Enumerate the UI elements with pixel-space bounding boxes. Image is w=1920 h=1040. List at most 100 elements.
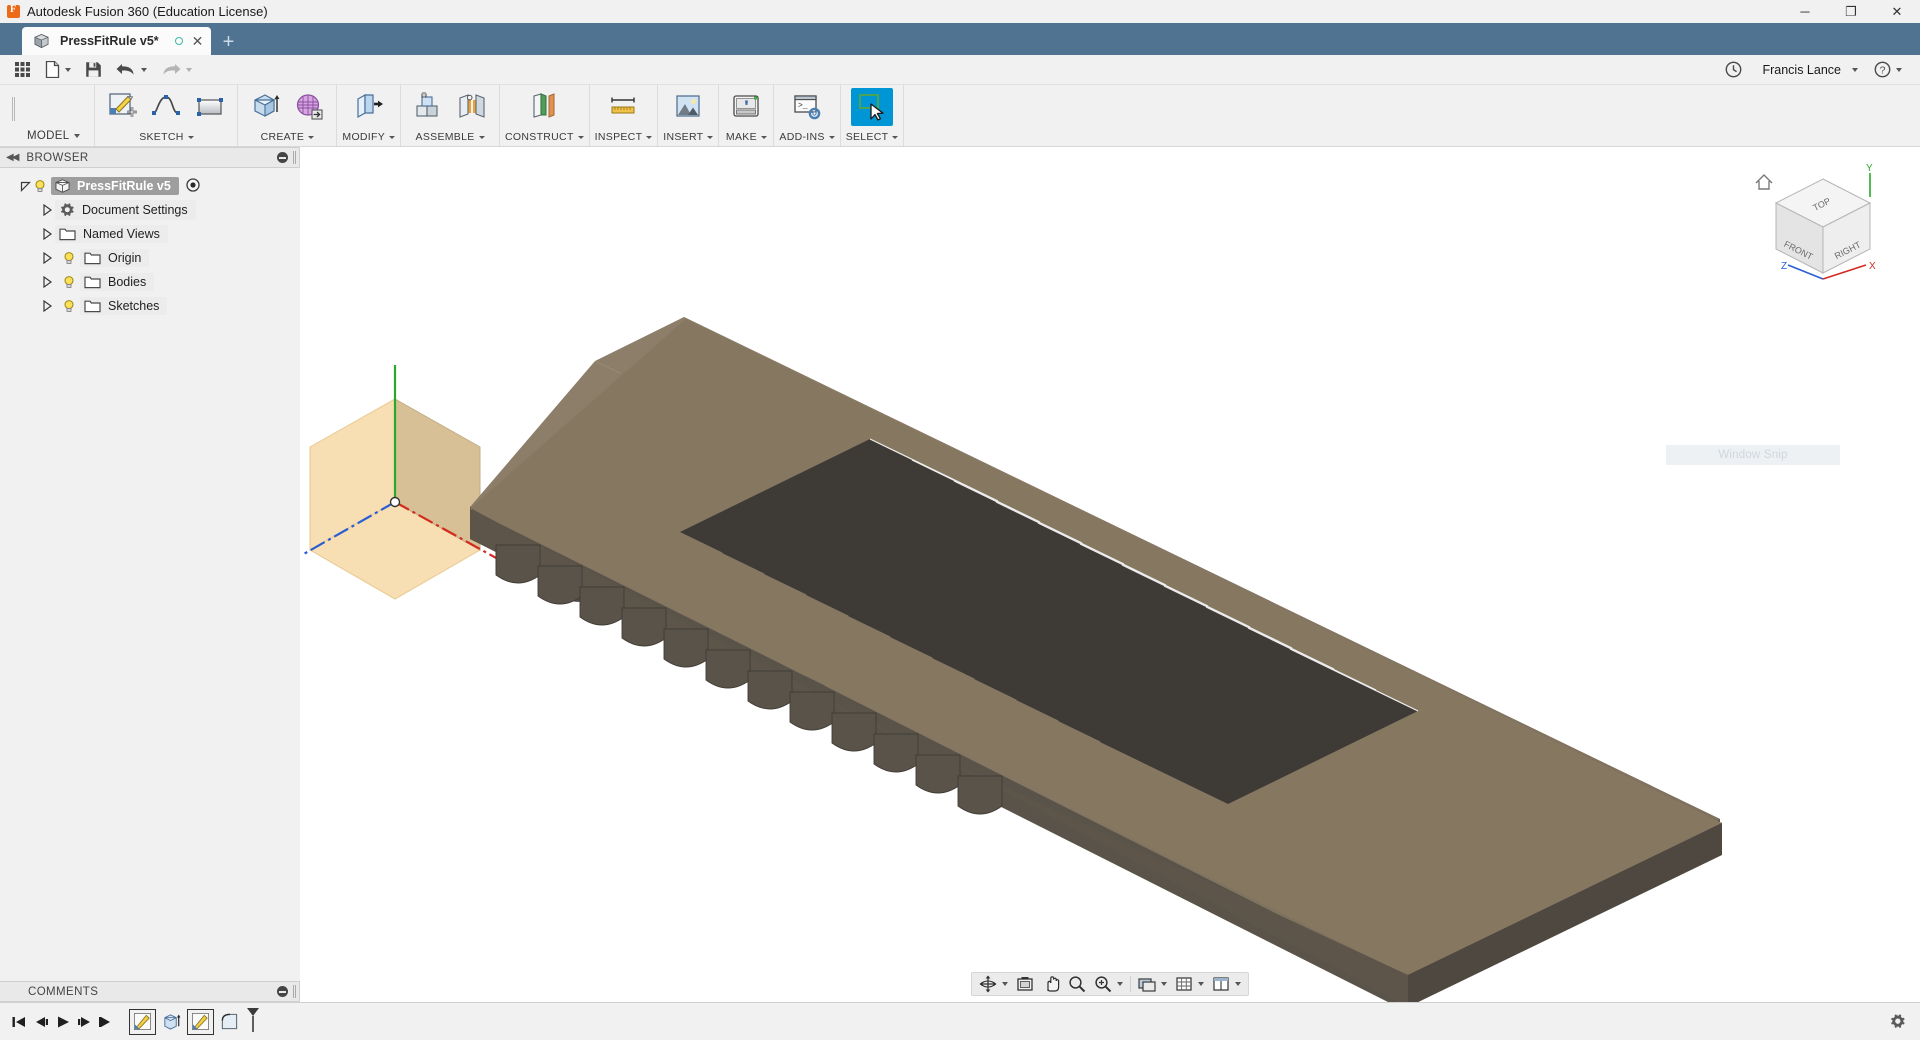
ribbon-panel-label-select[interactable]: SELECT <box>846 130 899 143</box>
redo-button[interactable] <box>155 57 198 83</box>
history-button[interactable] <box>1719 57 1748 83</box>
play-button[interactable] <box>52 1009 74 1035</box>
orbit-caret-icon[interactable] <box>1002 982 1008 986</box>
create-sketch-button[interactable] <box>101 88 143 126</box>
undo-caret-icon[interactable] <box>141 67 147 72</box>
expand-arrow-icon[interactable] <box>40 300 55 312</box>
sketches-visibility-bulb-icon[interactable] <box>62 299 76 313</box>
panel-caret-icon[interactable] <box>828 135 835 139</box>
browser-row-sketches[interactable]: Sketches <box>0 294 300 318</box>
ribbon-panel-label-sketch[interactable]: SKETCH <box>139 130 194 143</box>
browser-row-origin[interactable]: Origin <box>0 246 300 270</box>
panel-caret-icon[interactable] <box>892 135 899 139</box>
ribbon-grip[interactable] <box>12 97 15 121</box>
grid-snaps-caret-icon[interactable] <box>1198 982 1204 986</box>
viewports-caret-icon[interactable] <box>1235 982 1241 986</box>
spline-button[interactable] <box>145 88 187 126</box>
workspace-selector[interactable]: MODEL <box>21 85 94 146</box>
panel-caret-icon[interactable] <box>646 135 653 139</box>
joint-button[interactable] <box>451 88 493 126</box>
comments-resize-grip[interactable] <box>293 985 296 998</box>
timeline-feature-extrude-1[interactable] <box>158 1009 185 1035</box>
browser-row-document-settings[interactable]: Document Settings <box>0 198 300 222</box>
ribbon-panel-label-make[interactable]: MAKE <box>726 130 767 143</box>
expand-arrow-icon[interactable] <box>40 276 55 288</box>
timeline-feature-sketch-1[interactable] <box>129 1008 156 1035</box>
browser-item-bodies[interactable]: Bodies <box>80 273 155 291</box>
panel-caret-icon[interactable] <box>308 135 315 139</box>
press-pull-button[interactable] <box>348 88 390 126</box>
help-caret-icon[interactable] <box>1896 67 1902 72</box>
fit-caret-icon[interactable] <box>1117 982 1123 986</box>
step-forward-button[interactable] <box>74 1009 96 1035</box>
panel-caret-icon[interactable] <box>577 135 584 139</box>
extrude-button[interactable] <box>244 88 286 126</box>
orbit-button[interactable] <box>975 974 1012 994</box>
zoom-button[interactable] <box>1064 974 1090 994</box>
user-name-label[interactable]: Francis Lance <box>1762 63 1841 77</box>
display-settings-button[interactable] <box>1134 974 1171 994</box>
scripts-addins-button[interactable]: >_ <box>786 88 828 126</box>
browser-minimize-icon[interactable] <box>277 152 288 163</box>
ribbon-panel-label-insert[interactable]: INSERT <box>663 130 714 143</box>
root-selected-indicator-icon[interactable] <box>186 177 200 195</box>
browser-item-sketches[interactable]: Sketches <box>80 297 168 315</box>
grid-snaps-button[interactable] <box>1171 974 1208 994</box>
new-file-button[interactable] <box>39 57 77 83</box>
timeline-feature-sketch-2[interactable] <box>187 1008 214 1035</box>
ribbon-panel-label-construct[interactable]: CONSTRUCT <box>505 130 584 143</box>
browser-row-named-views[interactable]: Named Views <box>0 222 300 246</box>
measure-button[interactable] <box>602 88 644 126</box>
minimize-button[interactable]: ─ <box>1782 0 1828 23</box>
undo-button[interactable] <box>110 57 153 83</box>
document-tab-close-icon[interactable]: ✕ <box>192 34 204 48</box>
rectangle-button[interactable] <box>189 88 231 126</box>
user-menu-caret-icon[interactable] <box>1852 67 1858 72</box>
step-back-button[interactable] <box>30 1009 52 1035</box>
save-button[interactable] <box>79 57 108 83</box>
new-file-caret-icon[interactable] <box>65 67 71 72</box>
window-select-button[interactable] <box>851 88 894 126</box>
root-expand-arrow-icon[interactable] <box>18 181 33 192</box>
view-cube-home-icon[interactable] <box>1755 174 1773 190</box>
fit-button[interactable] <box>1090 974 1127 994</box>
panel-caret-icon[interactable] <box>707 135 714 139</box>
maximize-button[interactable]: ❐ <box>1828 0 1874 23</box>
comments-minimize-icon[interactable] <box>277 986 288 997</box>
go-to-end-button[interactable] <box>96 1009 118 1035</box>
model-3d-view[interactable] <box>300 147 1920 1002</box>
close-button[interactable]: ✕ <box>1874 0 1920 23</box>
expand-arrow-icon[interactable] <box>40 204 55 216</box>
3d-print-button[interactable] <box>725 88 767 126</box>
root-visibility-bulb-icon[interactable] <box>33 179 47 193</box>
browser-item-named-views[interactable]: Named Views <box>55 225 168 243</box>
browser-collapse-icon[interactable]: ◀◀ <box>6 152 19 163</box>
ribbon-panel-label-create[interactable]: CREATE <box>261 130 315 143</box>
bodies-visibility-bulb-icon[interactable] <box>62 275 76 289</box>
apps-grid-button[interactable] <box>8 57 37 83</box>
ribbon-panel-label-addins[interactable]: ADD-INS <box>779 130 835 143</box>
expand-arrow-icon[interactable] <box>40 252 55 264</box>
origin-visibility-bulb-icon[interactable] <box>62 251 76 265</box>
browser-row-bodies[interactable]: Bodies <box>0 270 300 294</box>
viewports-button[interactable] <box>1208 974 1245 994</box>
new-component-button[interactable] <box>407 88 449 126</box>
panel-caret-icon[interactable] <box>389 135 396 139</box>
panel-caret-icon[interactable] <box>478 135 485 139</box>
timeline-feature-fillet[interactable] <box>216 1009 243 1035</box>
pan-button[interactable] <box>1038 974 1064 994</box>
create-form-button[interactable] <box>288 88 330 126</box>
timeline-settings-button[interactable] <box>1886 1009 1908 1035</box>
expand-arrow-icon[interactable] <box>40 228 55 240</box>
browser-row-root[interactable]: PressFitRule v5 <box>0 174 300 198</box>
ribbon-panel-label-assemble[interactable]: ASSEMBLE <box>416 130 485 143</box>
document-tab-pressfitrule[interactable]: PressFitRule v5* ✕ <box>22 27 212 55</box>
timeline-marker[interactable] <box>246 1007 260 1036</box>
go-to-beginning-button[interactable] <box>8 1009 30 1035</box>
panel-caret-icon[interactable] <box>187 135 194 139</box>
browser-resize-grip[interactable] <box>293 151 296 164</box>
panel-caret-icon[interactable] <box>760 135 767 139</box>
insert-image-button[interactable] <box>667 88 709 126</box>
redo-caret-icon[interactable] <box>186 67 192 72</box>
look-at-button[interactable] <box>1012 974 1038 994</box>
